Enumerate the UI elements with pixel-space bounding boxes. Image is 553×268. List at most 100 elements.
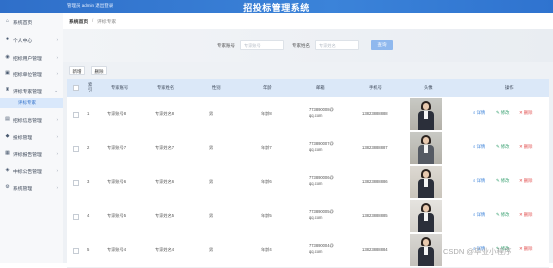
cell-age: 年龄6 (261, 179, 272, 184)
search-button[interactable]: 查询 (371, 40, 393, 50)
col-actions: 操作 (505, 85, 514, 90)
cell-age: 年龄4 (261, 247, 272, 252)
detail-label: 详情 (476, 110, 486, 115)
cell-account: 专家账号5 (107, 213, 127, 218)
sidebar-item-label: 评标报告管理 (13, 153, 42, 158)
sidebar-item-label: 系统管理 (13, 187, 33, 192)
cell-index: 2 (87, 145, 90, 150)
delete-button[interactable]: ✕ 删除 (519, 246, 532, 252)
row-checkbox[interactable] (73, 112, 79, 118)
top-header-bar: 管理员 admin 退出登录 招投标管理系统 (0, 0, 553, 13)
sidebar-item-system[interactable]: ⚙ 系统管理 › (0, 182, 63, 194)
row-checkbox[interactable] (73, 180, 79, 186)
main-content: 专家账号 专家账号 专家姓名 专家姓名 查询 新增 删除 索引 专家账号 专家姓… (63, 29, 553, 268)
delete-label: 删除 (523, 144, 533, 149)
cell-account: 专家账号8 (107, 111, 127, 116)
edit-label: 修改 (500, 212, 510, 217)
delete-button[interactable]: ✕ 删除 (519, 144, 532, 150)
cell-name: 专家姓名4 (155, 247, 175, 252)
sidebar-item-home[interactable]: ⌂ 系统首页 (0, 16, 63, 28)
row-checkbox[interactable] (73, 248, 79, 254)
edit-button[interactable]: ✎ 修改 (496, 110, 509, 116)
sidebar-item-profile[interactable]: ● 个人中心 › (0, 34, 63, 46)
chevron-right-icon: › (56, 151, 59, 156)
table-row: 3 专家账号6 专家姓名6 男 年龄6 773890006@qq.com 138… (67, 165, 549, 200)
col-email: 邮箱 (316, 85, 325, 90)
delete-button[interactable]: ✕ 删除 (519, 212, 532, 218)
edit-label: 修改 (500, 110, 510, 115)
sidebar-item-label: 评标专家管理 (13, 90, 42, 95)
edit-button[interactable]: ✎ 修改 (496, 212, 509, 218)
row-checkbox[interactable] (73, 146, 79, 152)
cell-account: 专家账号4 (107, 247, 127, 252)
edit-button[interactable]: ✎ 修改 (496, 144, 509, 150)
expert-icon: ♜ (5, 87, 10, 93)
row-checkbox[interactable] (73, 214, 79, 220)
sidebar-item-label: 招标用户管理 (13, 57, 42, 62)
avatar (410, 98, 442, 130)
col-account: 专家账号 (111, 85, 129, 90)
delete-button[interactable]: ✕ 删除 (519, 110, 532, 116)
bid-icon: ◆ (5, 133, 10, 139)
col-age: 年龄 (263, 85, 272, 90)
breadcrumb-home[interactable]: 系统首页 (69, 18, 88, 25)
detail-button[interactable]: ⌕ 详情 (473, 110, 485, 116)
chevron-right-icon: › (56, 37, 59, 42)
bulk-delete-button[interactable]: 删除 (91, 66, 107, 75)
sidebar-subitem-experts[interactable]: 评标专家 (0, 98, 63, 108)
report-icon: ▦ (5, 150, 10, 156)
col-name: 专家姓名 (157, 85, 175, 90)
sidebar-item-label: 系统首页 (13, 21, 33, 26)
sidebar-item-label: 招标信息管理 (13, 119, 42, 124)
notice-icon: ◈ (5, 167, 10, 173)
select-all-checkbox[interactable] (73, 85, 79, 91)
cell-gender: 男 (209, 111, 214, 116)
add-button[interactable]: 新增 (69, 66, 85, 75)
search-label-name: 专家姓名 (292, 43, 310, 48)
sidebar-item-bids[interactable]: ◆ 投标管理 › (0, 131, 63, 143)
cell-phone: 13823888887 (362, 145, 388, 150)
search-input-name[interactable]: 专家姓名 (315, 40, 359, 50)
detail-label: 详情 (476, 212, 486, 217)
delete-label: 删除 (523, 246, 533, 251)
edit-button[interactable]: ✎ 修改 (496, 178, 509, 184)
sidebar-item-notices[interactable]: ◈ 中标公告管理 › (0, 165, 63, 177)
sidebar-item-bid-users[interactable]: ◉ 招标用户管理 › (0, 52, 63, 64)
sidebar-item-reports[interactable]: ▦ 评标报告管理 › (0, 148, 63, 160)
sidebar-item-experts[interactable]: ♜ 评标专家管理 ⌄ (0, 85, 63, 97)
chevron-right-icon: › (56, 185, 59, 190)
cell-name: 专家姓名6 (155, 179, 175, 184)
sidebar-item-label: 个人中心 (13, 39, 33, 44)
cell-phone: 13823888884 (362, 247, 388, 252)
detail-label: 详情 (476, 178, 486, 183)
detail-button[interactable]: ⌕ 详情 (473, 212, 485, 218)
cell-index: 3 (87, 179, 90, 184)
avatar (410, 166, 442, 198)
cell-email: 773890007@qq.com (309, 141, 334, 152)
table-header: 索引 专家账号 专家姓名 性别 年龄 邮箱 手机号 头像 操作 (67, 79, 549, 97)
sidebar-item-bid-units[interactable]: ▣ 招标单位管理 › (0, 68, 63, 80)
sidebar-item-label: 招标单位管理 (13, 73, 42, 78)
cell-gender: 男 (209, 247, 214, 252)
sidebar-item-bid-info[interactable]: ▤ 招标信息管理 › (0, 114, 63, 126)
chevron-right-icon: › (56, 168, 59, 173)
col-avatar: 头像 (424, 85, 433, 90)
avatar (410, 200, 442, 232)
user-icon: ● (5, 36, 10, 42)
search-panel: 专家账号 专家账号 专家姓名 专家姓名 查询 (63, 29, 553, 62)
cell-email: 773890008@qq.com (309, 107, 334, 118)
search-input-account[interactable]: 专家账号 (240, 40, 284, 50)
search-label-account: 专家账号 (217, 43, 235, 48)
cell-name: 专家姓名7 (155, 145, 175, 150)
delete-button[interactable]: ✕ 删除 (519, 178, 532, 184)
edit-label: 修改 (500, 144, 510, 149)
cell-email: 773890004@qq.com (309, 243, 334, 254)
chevron-right-icon: › (56, 134, 59, 139)
detail-button[interactable]: ⌕ 详情 (473, 178, 485, 184)
detail-button[interactable]: ⌕ 详情 (473, 144, 485, 150)
breadcrumb: 系统首页 / 评标专家 (63, 13, 553, 30)
cell-age: 年龄7 (261, 145, 272, 150)
cell-gender: 男 (209, 179, 214, 184)
doc-icon: ▤ (5, 116, 10, 122)
cell-email: 773890006@qq.com (309, 175, 334, 186)
